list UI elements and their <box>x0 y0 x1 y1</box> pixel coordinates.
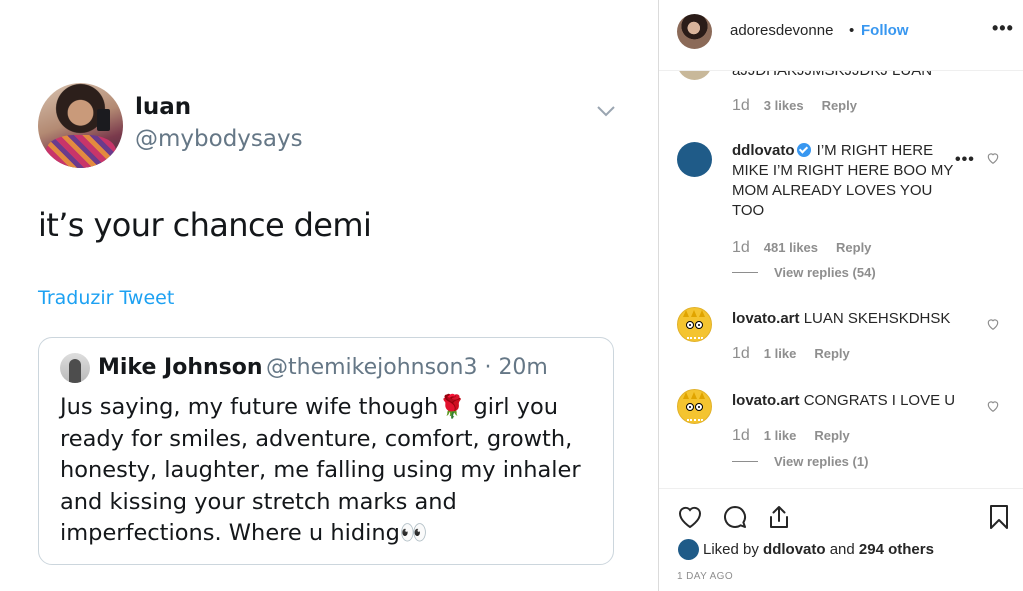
reply-button[interactable]: Reply <box>822 98 857 113</box>
view-replies-button[interactable]: View replies (1) <box>732 454 868 469</box>
share-icon[interactable] <box>765 503 793 531</box>
post-actions: Liked by ddlovato and 294 others 1 DAY A… <box>659 488 1023 591</box>
comment-text: ddlovato I’M RIGHT HERE MIKE I’M RIGHT H… <box>732 141 957 221</box>
comment-avatar[interactable] <box>677 142 712 177</box>
eyes-emoji: 👀 <box>399 520 428 547</box>
comment-avatar[interactable] <box>677 71 712 80</box>
comment-meta: 1d 1 like Reply <box>732 427 850 445</box>
post-sidebar: adoresdevonne • Follow ••• aJJDHAKJJMSKJ… <box>658 0 1023 591</box>
heart-icon[interactable] <box>676 503 704 531</box>
comments-list[interactable]: aJJDHAKJJMSKJJDKJ LUAN 1d 3 likes Reply dd… <box>659 71 1023 488</box>
quoted-author-name: Mike Johnson <box>98 355 263 380</box>
comment-meta: 1d 3 likes Reply <box>732 97 857 115</box>
liked-by-text: Liked by ddlovato and 294 others <box>703 541 934 558</box>
quoted-author-handle-time: @themikejohnson3 · 20m <box>266 355 548 380</box>
tweet-text: it’s your chance demi <box>38 206 372 244</box>
tweet-author-handle: @mybodysays <box>135 126 303 152</box>
chevron-down-icon <box>597 106 615 117</box>
heart-icon[interactable] <box>986 399 1000 413</box>
translate-tweet-link: Traduzir Tweet <box>38 287 175 309</box>
comment-text: aJJDHAKJJMSKJJDKJ LUAN <box>732 71 932 79</box>
tweet-author-name: luan <box>135 94 192 120</box>
comment-likes[interactable]: 3 likes <box>764 98 804 113</box>
comment-likes[interactable]: 1 like <box>764 346 797 361</box>
comment-avatar[interactable] <box>677 307 712 342</box>
comment-age: 1d <box>732 427 750 444</box>
comment-body: LUAN SKEHSKDHSK <box>803 310 951 327</box>
verified-badge-icon <box>796 143 811 157</box>
rose-emoji: 🌹 <box>438 394 467 420</box>
heart-icon[interactable] <box>986 151 1000 165</box>
comment-meta: 1d 1 like Reply <box>732 345 850 363</box>
comment-likes[interactable]: 1 like <box>764 428 797 443</box>
comment-age: 1d <box>732 239 750 256</box>
reply-button[interactable]: Reply <box>836 240 871 255</box>
comment-icon[interactable] <box>721 503 749 531</box>
comment-text: lovato.art CONGRATS I LOVE U <box>732 391 957 411</box>
quoted-text-part-1: Jus saying, my future wife though <box>60 394 439 420</box>
post-header: adoresdevonne • Follow ••• <box>659 0 1023 71</box>
comment-username[interactable]: lovato.art <box>732 310 800 327</box>
quoted-tweet: Mike Johnson @themikejohnson3 · 20m Jus … <box>38 337 614 565</box>
comment-age: 1d <box>732 97 750 114</box>
quoted-author-avatar <box>60 353 90 383</box>
poster-username[interactable]: adoresdevonne <box>730 22 833 39</box>
comment-age: 1d <box>732 345 750 362</box>
view-replies-label: View replies (1) <box>774 454 869 469</box>
header-separator: • <box>849 22 855 39</box>
liker-avatar[interactable] <box>678 539 699 560</box>
reply-button[interactable]: Reply <box>814 346 849 361</box>
view-replies-button[interactable]: View replies (54) <box>732 265 876 280</box>
comment-likes[interactable]: 481 likes <box>764 240 818 255</box>
liked-by-user[interactable]: ddlovato <box>763 541 826 558</box>
comment-meta: 1d 481 likes Reply <box>732 239 871 257</box>
comment-body: CONGRATS I LOVE U <box>803 392 956 409</box>
more-options-icon[interactable]: ••• <box>992 18 1014 39</box>
bookmark-icon[interactable] <box>985 503 1013 531</box>
view-replies-label: View replies (54) <box>774 265 876 280</box>
heart-icon[interactable] <box>986 317 1000 331</box>
follow-button[interactable]: Follow <box>861 22 909 39</box>
liked-by-others[interactable]: 294 others <box>859 541 934 558</box>
liked-by-and: and <box>829 541 855 558</box>
post-timestamp[interactable]: 1 DAY AGO <box>677 571 733 582</box>
poster-avatar[interactable] <box>677 14 712 49</box>
comment-more-icon[interactable]: ••• <box>955 151 975 169</box>
quoted-tweet-text: Jus saying, my future wife though🌹 girl … <box>60 392 605 550</box>
comment-username[interactable]: ddlovato <box>732 142 795 159</box>
liked-by-prefix: Liked by <box>703 541 759 558</box>
reply-button[interactable]: Reply <box>814 428 849 443</box>
comment-username[interactable]: lovato.art <box>732 392 800 409</box>
comment-avatar[interactable] <box>677 389 712 424</box>
comment-text: lovato.art LUAN SKEHSKDHSK <box>732 309 957 329</box>
tweet-author-avatar <box>38 83 123 168</box>
post-image: luan @mybodysays it’s your chance demi T… <box>0 0 658 591</box>
